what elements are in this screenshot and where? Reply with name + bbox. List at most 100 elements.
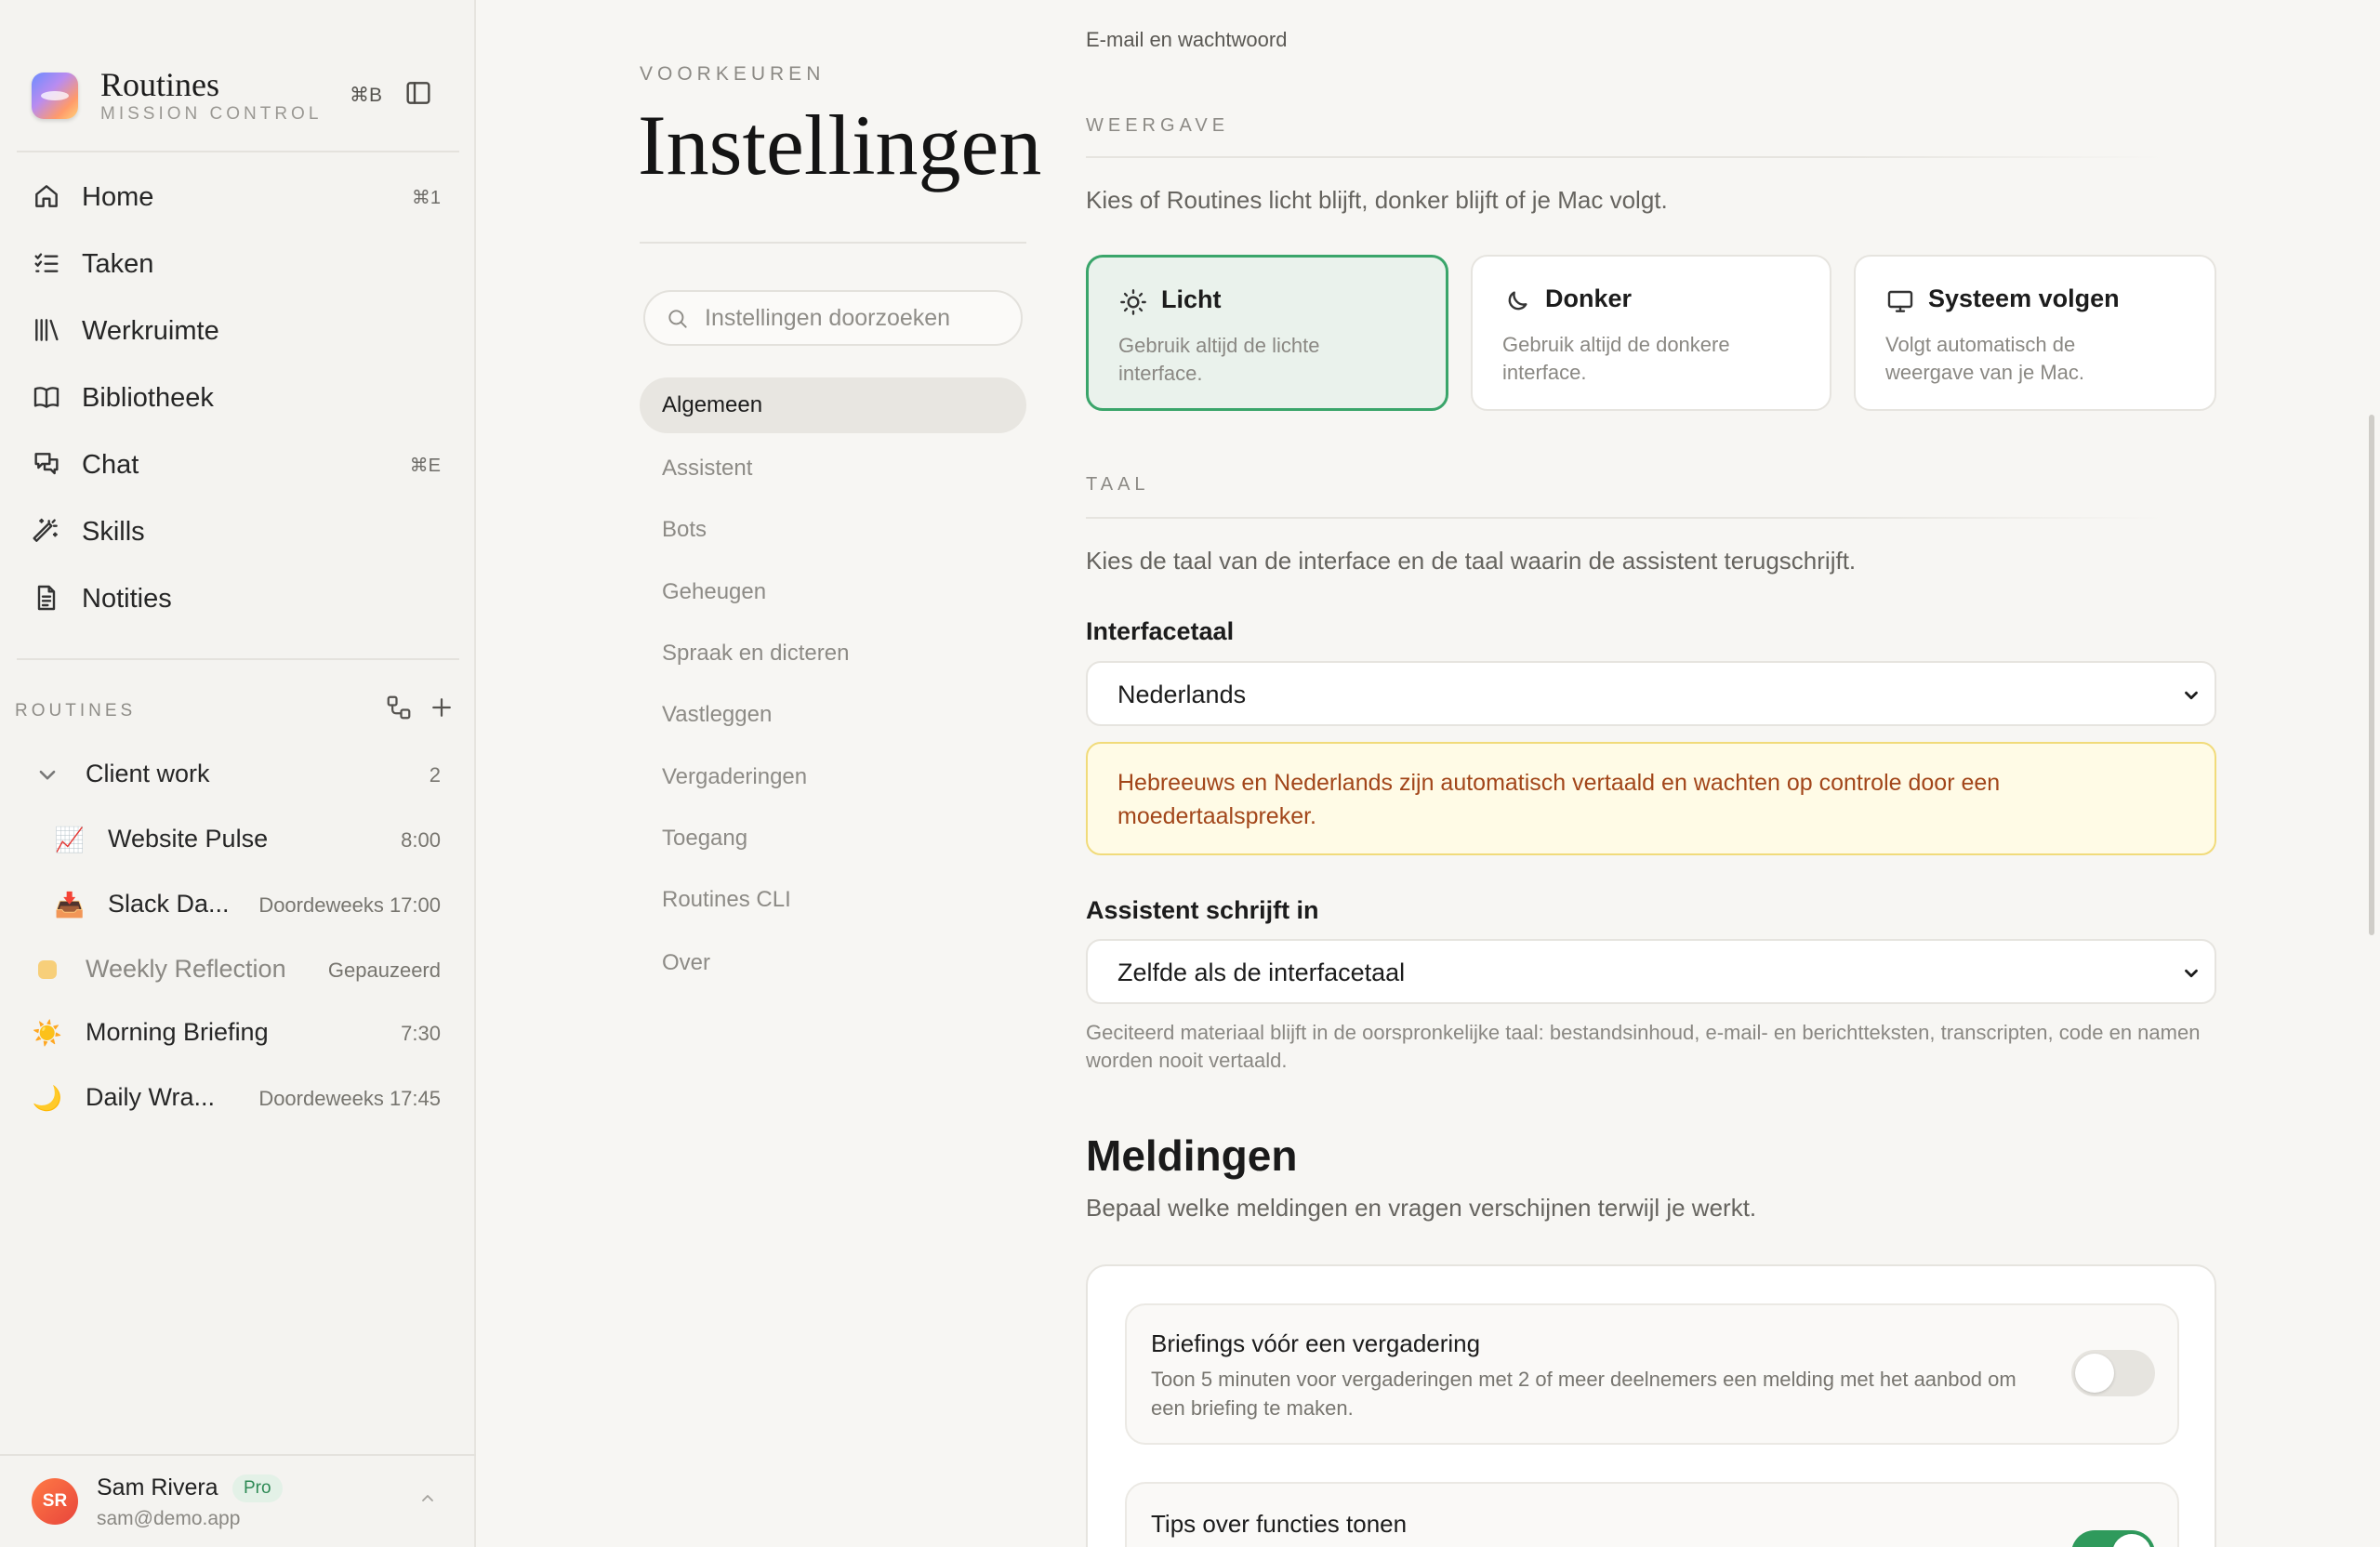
translation-notice: Hebreeuws en Nederlands zijn automatisch… — [1086, 742, 2216, 855]
chevron-down-icon — [2181, 963, 2202, 984]
notice-text: Hebreeuws en Nederlands zijn automatisch… — [1117, 770, 2001, 829]
notifications-panel: Briefings vóór een vergadering Toon 5 mi… — [1086, 1264, 2216, 1547]
settings-tab-label: Spraak en dicteren — [662, 641, 850, 666]
moon-icon — [1502, 286, 1532, 316]
settings-tab-label: Routines CLI — [662, 887, 791, 912]
settings-tab-label: Vastleggen — [662, 702, 773, 727]
appearance-description: Kies of Routines licht blijft, donker bl… — [1086, 186, 1668, 214]
nav-shortcut: ⌘E — [409, 456, 441, 476]
routine-group-client-work[interactable]: Client work 2 — [32, 747, 450, 800]
assistant-language-label: Assistent schrijft in — [1086, 896, 1319, 924]
nav-notities[interactable]: Notities — [32, 572, 450, 624]
settings-tab-bots[interactable]: Bots — [640, 502, 1026, 558]
chat-icon — [32, 449, 61, 479]
theme-option-system[interactable]: Systeem volgen Volgt automatisch de weer… — [1854, 255, 2216, 411]
feature-tips-toggle[interactable] — [2071, 1530, 2155, 1547]
paused-dot-icon — [32, 954, 63, 985]
settings-tab-label: Bots — [662, 517, 707, 542]
routine-schedule: 7:30 — [401, 1022, 441, 1045]
app-subtitle: MISSION CONTROL — [100, 104, 323, 124]
nav-chat[interactable]: Chat ⌘E — [32, 438, 450, 490]
theme-option-title: Donker — [1545, 284, 1633, 312]
nav-skills[interactable]: Skills — [32, 505, 450, 557]
settings-tab-label: Toegang — [662, 826, 748, 851]
appearance-heading: WEERGAVE — [1086, 115, 1230, 136]
app-title: Routines — [100, 66, 220, 103]
assistant-language-select[interactable]: Zelfde als de interfacetaal — [1086, 939, 2216, 1004]
library-icon — [32, 315, 61, 345]
setting-description: Toon 5 minuten voor vergaderingen met 2 … — [1151, 1368, 2016, 1420]
toggle-knob — [2075, 1354, 2114, 1393]
chevron-up-icon[interactable] — [416, 1488, 439, 1510]
language-hint: Geciteerd materiaal blijft in de oorspro… — [1086, 1021, 2201, 1072]
nav-home[interactable]: Home ⌘1 — [32, 170, 450, 222]
settings-tab-geheugen[interactable]: Geheugen — [640, 564, 1026, 620]
interface-language-select[interactable]: Nederlands — [1086, 661, 2216, 726]
user-menu[interactable]: SR Sam Rivera Pro sam@demo.app — [0, 1454, 476, 1547]
routine-group-count: 2 — [429, 763, 441, 787]
settings-tab-label: Algemeen — [662, 392, 763, 417]
notifications-title: Meldingen — [1086, 1131, 1298, 1180]
routine-name: Morning Briefing — [86, 1018, 269, 1046]
user-email: sam@demo.app — [97, 1508, 241, 1529]
plan-badge: Pro — [232, 1474, 283, 1502]
theme-option-dark[interactable]: Donker Gebruik altijd de donkere interfa… — [1471, 255, 1831, 411]
theme-option-title: Systeem volgen — [1928, 284, 2120, 312]
language-description: Kies de taal van de interface en de taal… — [1086, 547, 1857, 575]
user-name: Sam Rivera — [97, 1474, 218, 1501]
email-password-link[interactable]: E-mail en wachtwoord — [1086, 28, 1287, 52]
settings-tab-assistent[interactable]: Assistent — [640, 441, 1026, 496]
search-input[interactable] — [705, 301, 1002, 335]
routine-item-paused[interactable]: Weekly Reflection Gepauzeerd — [32, 943, 450, 995]
chevron-down-icon — [2181, 685, 2202, 706]
routine-name: Weekly Reflection — [86, 955, 286, 983]
magic-wand-icon — [32, 516, 61, 546]
settings-tab-routines-cli[interactable]: Routines CLI — [640, 872, 1026, 928]
settings-tab-algemeen[interactable]: Algemeen — [640, 377, 1026, 433]
settings-tab-label: Assistent — [662, 456, 753, 481]
settings-tab-vastleggen[interactable]: Vastleggen — [640, 687, 1026, 743]
book-icon — [32, 382, 61, 412]
sidebar-toggle-icon[interactable] — [403, 78, 433, 108]
avatar: SR — [32, 1478, 78, 1525]
setting-title: Tips over functies tonen — [1151, 1510, 1408, 1538]
chevron-down-icon[interactable] — [32, 759, 63, 790]
routine-schedule: Doordeweeks 17:45 — [258, 1087, 441, 1110]
notifications-description: Bepaal welke meldingen en vragen verschi… — [1086, 1194, 1757, 1222]
sidebar-shortcut: ⌘B — [350, 85, 383, 106]
divider — [17, 658, 459, 660]
nav-label: Chat — [82, 450, 139, 480]
nav-taken[interactable]: Taken — [32, 237, 450, 289]
routine-item[interactable]: 📥 Slack Da... Doordeweeks 17:00 — [32, 878, 450, 930]
nav-bibliotheek[interactable]: Bibliotheek — [32, 371, 450, 423]
sidebar: Routines MISSION CONTROL ⌘B Home ⌘1 Take… — [0, 0, 476, 1547]
settings-tab-toegang[interactable]: Toegang — [640, 811, 1026, 866]
settings-tab-over[interactable]: Over — [640, 935, 1026, 991]
theme-option-title: Licht — [1161, 285, 1222, 313]
page-title: Instellingen — [638, 98, 1042, 192]
meeting-briefings-toggle[interactable] — [2071, 1350, 2155, 1396]
select-value: Nederlands — [1117, 681, 1247, 708]
nav-werkruimte[interactable]: Werkruimte — [32, 304, 450, 356]
routing-icon[interactable] — [385, 694, 413, 721]
add-routine-icon[interactable] — [428, 694, 456, 721]
divider — [640, 242, 1026, 244]
setting-feature-tips: Tips over functies tonen — [1125, 1482, 2179, 1547]
nav-label: Werkruimte — [82, 316, 219, 346]
interface-language-label: Interfacetaal — [1086, 617, 1235, 645]
settings-tab-spraak[interactable]: Spraak en dicteren — [640, 626, 1026, 681]
search-icon — [666, 307, 690, 331]
select-value: Zelfde als de interfacetaal — [1117, 959, 1406, 986]
routine-item[interactable]: 🌙 Daily Wra... Doordeweeks 17:45 — [32, 1071, 450, 1123]
nav-label: Home — [82, 182, 154, 212]
routine-item[interactable]: ☀️ Morning Briefing 7:30 — [32, 1006, 450, 1058]
scrollbar[interactable] — [2369, 415, 2374, 935]
settings-search[interactable] — [643, 290, 1023, 346]
theme-option-description: Gebruik altijd de lichte interface. — [1118, 334, 1320, 385]
routine-name: Website Pulse — [108, 825, 269, 853]
settings-tab-vergaderingen[interactable]: Vergaderingen — [640, 749, 1026, 805]
divider — [1086, 517, 2164, 519]
routine-item[interactable]: 📈 Website Pulse 8:00 — [32, 813, 450, 865]
theme-option-light[interactable]: Licht Gebruik altijd de lichte interface… — [1086, 255, 1448, 411]
theme-option-description: Volgt automatisch de weergave van je Mac… — [1885, 333, 2084, 384]
